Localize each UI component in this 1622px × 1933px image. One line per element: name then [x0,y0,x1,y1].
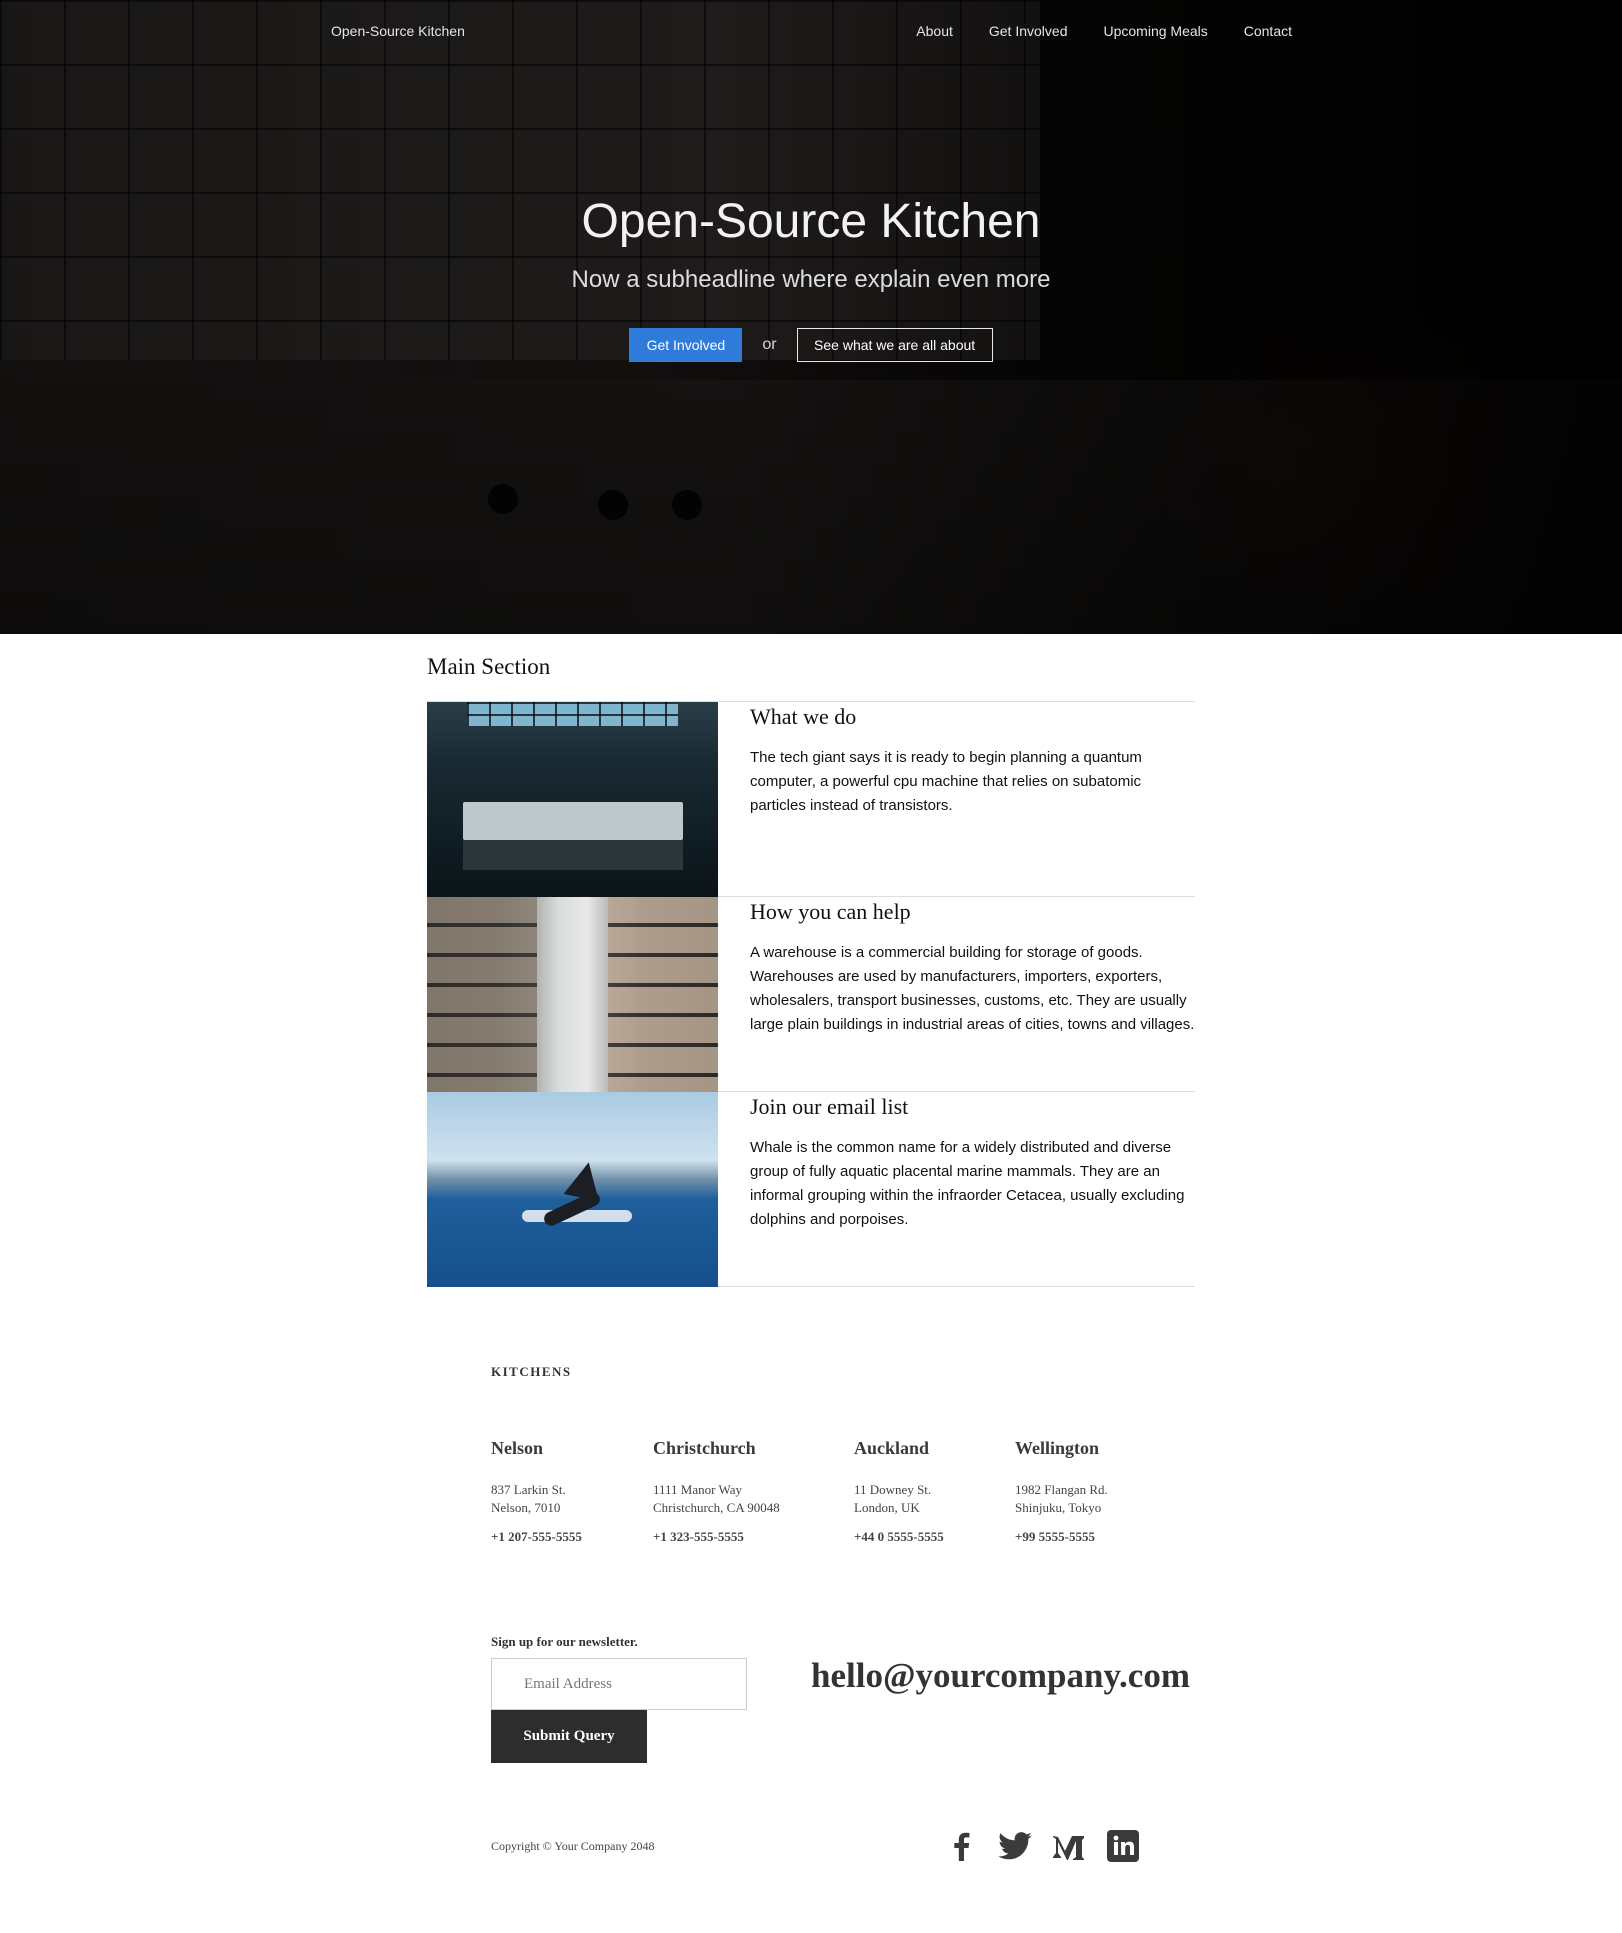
newsletter-label: Sign up for our newsletter. [491,1634,638,1649]
feature-row: What we do The tech giant says it is rea… [427,702,1195,897]
feature-body: The tech giant says it is ready to begin… [750,749,1142,814]
nav-link-about[interactable]: About [916,23,953,39]
nav-link-get-involved[interactable]: Get Involved [989,23,1068,39]
location-address: 837 Larkin St. Nelson, 7010 [491,1481,582,1517]
location-city: Nelson [491,1438,544,1458]
hero-title: Open-Source Kitchen [581,195,1041,248]
location-city: Auckland [854,1438,930,1458]
address-line: London, UK [854,1500,920,1515]
image-detail [427,897,537,1092]
kitchens-label: KITCHENS [491,1364,572,1379]
location-address: 1111 Manor Way Christchurch, CA 90048 [653,1481,780,1517]
location-address: 1982 Flangan Rd. Shinjuku, Tokyo [1015,1481,1108,1517]
top-nav: About Get Involved Upcoming Meals Contac… [916,23,1292,39]
image-detail [463,802,683,840]
hero-section: Open-Source Kitchen About Get Involved U… [0,0,1622,634]
location-phone: +99 5555-5555 [1015,1529,1095,1544]
address-line: Nelson, 7010 [491,1500,561,1515]
image-detail [467,702,678,726]
facebook-icon[interactable] [944,1829,978,1863]
hero-cta-group: Get Involved or See what we are all abou… [0,328,1622,362]
feature-heading: Join our email list [750,1094,909,1119]
location-city: Wellington [1015,1438,1100,1458]
address-line: 837 Larkin St. [491,1482,566,1497]
address-line: Shinjuku, Tokyo [1015,1500,1102,1515]
address-line: 1982 Flangan Rd. [1015,1482,1108,1497]
address-line: 11 Downey St. [854,1482,932,1497]
get-involved-button[interactable]: Get Involved [629,328,743,362]
control-room-image [427,702,718,897]
social-links [944,1829,1140,1863]
feature-list: What we do The tech giant says it is rea… [427,701,1195,1287]
cta-or-text: or [762,336,777,353]
location-christchurch: Christchurch 1111 Manor Way Christchurch… [653,1438,780,1545]
nav-brand-link[interactable]: Open-Source Kitchen [331,23,465,39]
linkedin-icon[interactable] [1106,1829,1140,1863]
feature-text: Join our email list Whale is the common … [718,1092,1196,1286]
feature-row: How you can help A warehouse is a commer… [427,897,1195,1092]
image-detail [608,897,718,1092]
medium-icon[interactable] [1052,1829,1086,1863]
location-wellington: Wellington 1982 Flangan Rd. Shinjuku, To… [1015,1438,1108,1545]
feature-body: A warehouse is a commercial building for… [750,944,1195,1033]
address-line: Christchurch, CA 90048 [653,1500,780,1515]
copyright-text: Copyright © Your Company 2048 [491,1839,655,1853]
location-phone: +1 323-555-5555 [653,1529,744,1544]
see-what-we-are-about-button[interactable]: See what we are all about [796,328,993,362]
location-address: 11 Downey St. London, UK [854,1481,944,1517]
image-detail [463,840,683,870]
location-phone: +44 0 5555-5555 [854,1529,944,1544]
location-city: Christchurch [653,1438,756,1458]
main-section-title: Main Section [427,654,551,679]
email-address-input[interactable] [491,1658,747,1710]
warehouse-image [427,897,718,1092]
feature-heading: What we do [750,704,857,729]
hero-overlay [0,0,1622,634]
submit-query-button[interactable]: Submit Query [491,1710,647,1763]
feature-text: What we do The tech giant says it is rea… [718,702,1196,896]
whale-image [427,1092,718,1287]
feature-body: Whale is the common name for a widely di… [750,1139,1185,1228]
feature-text: How you can help A warehouse is a commer… [718,897,1196,1091]
twitter-icon[interactable] [998,1829,1032,1863]
location-phone: +1 207-555-5555 [491,1529,582,1544]
location-auckland: Auckland 11 Downey St. London, UK +44 0 … [854,1438,944,1545]
feature-heading: How you can help [750,899,911,924]
feature-row: Join our email list Whale is the common … [427,1092,1195,1287]
hero-subtitle: Now a subheadline where explain even mor… [571,266,1051,293]
location-nelson: Nelson 837 Larkin St. Nelson, 7010 +1 20… [491,1438,582,1545]
nav-link-upcoming-meals[interactable]: Upcoming Meals [1103,23,1207,39]
address-line: 1111 Manor Way [653,1482,742,1497]
image-detail [563,1158,607,1202]
nav-link-contact[interactable]: Contact [1244,23,1292,39]
contact-email-link[interactable]: hello@yourcompany.com [811,1656,1190,1696]
